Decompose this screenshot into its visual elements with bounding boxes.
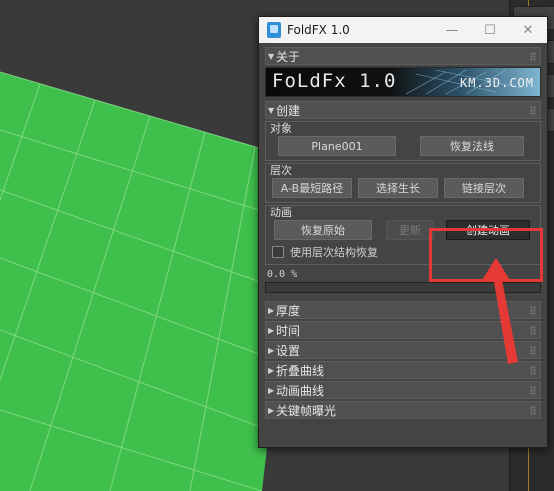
- window-titlebar[interactable]: FoldFX 1.0 — ☐ ✕: [259, 17, 547, 43]
- rollout-label: 厚度: [276, 304, 301, 318]
- rollout-collapsed[interactable]: ▶ 关键帧曝光: [265, 401, 541, 419]
- banner-title: FoLdFx 1.0: [272, 70, 397, 92]
- rollout-about-label: 关于: [276, 50, 301, 64]
- plane-pick-button[interactable]: Plane001: [278, 136, 396, 156]
- rollout-label: 设置: [276, 344, 301, 358]
- rollout-create-label: 创建: [276, 104, 301, 118]
- rollout-label: 时间: [276, 324, 301, 338]
- group-animation-label: 动画: [270, 206, 292, 219]
- red-arrow-icon: [482, 258, 518, 364]
- group-hierarchy-label: 层次: [270, 164, 292, 177]
- expand-arrow-icon: ▼: [268, 106, 275, 115]
- shortest-path-button[interactable]: A-B最短路径: [272, 178, 352, 198]
- restore-original-button[interactable]: 恢复原始: [274, 220, 372, 240]
- close-button[interactable]: ✕: [509, 17, 547, 43]
- rollout-label: 折叠曲线: [276, 364, 325, 378]
- group-object-label: 对象: [270, 122, 292, 135]
- rollout-collapsed[interactable]: ▶ 动画曲线: [265, 381, 541, 399]
- banner-site: KM.3D.COM: [459, 76, 534, 90]
- group-hierarchy: 层次 A-B最短路径 选择生长 链接层次: [265, 163, 541, 203]
- collapse-arrow-icon: ▶: [268, 366, 275, 375]
- rollout-about[interactable]: ▼ 关于: [265, 47, 541, 65]
- app-icon: [267, 22, 281, 38]
- window-title: FoldFX 1.0: [287, 23, 350, 37]
- rollout-label: 关键帧曝光: [276, 404, 337, 418]
- minimize-button[interactable]: —: [433, 17, 471, 43]
- expand-arrow-icon: ▼: [268, 52, 275, 61]
- grip-icon[interactable]: [530, 106, 536, 115]
- rollout-create[interactable]: ▼ 创建: [265, 101, 541, 119]
- grip-icon[interactable]: [530, 52, 536, 61]
- link-hierarchy-button[interactable]: 链接层次: [444, 178, 524, 198]
- group-object: 对象 Plane001 恢复法线: [265, 121, 541, 161]
- rollout-label: 动画曲线: [276, 384, 325, 398]
- foldfx-banner: FoLdFx 1.0 KM.3D.COM: [265, 67, 541, 97]
- collapse-arrow-icon: ▶: [268, 406, 275, 415]
- restore-normals-button[interactable]: 恢复法线: [420, 136, 524, 156]
- collapse-arrow-icon: ▶: [268, 386, 275, 395]
- update-button[interactable]: 更新: [386, 220, 434, 240]
- select-growth-button[interactable]: 选择生长: [358, 178, 438, 198]
- use-hierarchy-restore-checkbox[interactable]: [272, 246, 284, 258]
- collapse-arrow-icon: ▶: [268, 306, 275, 315]
- collapse-arrow-icon: ▶: [268, 346, 275, 355]
- grip-icon[interactable]: [530, 406, 536, 415]
- maximize-button[interactable]: ☐: [471, 17, 509, 43]
- collapse-arrow-icon: ▶: [268, 326, 275, 335]
- use-hierarchy-restore-label: 使用层次结构恢复: [290, 246, 378, 259]
- grip-icon[interactable]: [530, 386, 536, 395]
